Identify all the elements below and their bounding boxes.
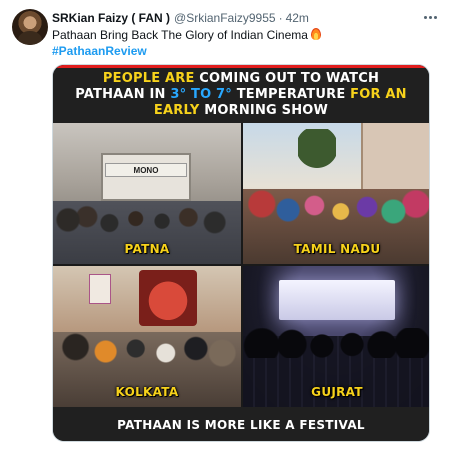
photo-tamil-nadu: TAMIL NADU [243,123,429,264]
headline-highlight: EARLY [153,103,200,118]
media-headline-bar: PEOPLE ARE COMING OUT TO WATCH PATHAAN I… [53,65,429,123]
headline-text: MORNING SHOW [199,103,329,118]
photo-collage: MONO PATNA TAMIL NADU KOLKATA GUJRAT [53,123,429,407]
media-footer-bar: PATHAAN IS MORE LIKE A FESTIVAL [53,407,429,441]
audience [243,328,429,358]
city-label: TAMIL NADU [293,242,381,256]
more-options-icon[interactable] [420,9,440,25]
headline-text: COMING OUT TO WATCH [194,71,380,86]
cinema-screen [279,280,395,320]
media-headline: PEOPLE ARE COMING OUT TO WATCH PATHAAN I… [53,71,429,119]
author-handle[interactable]: @SrkianFaizy9955 [174,11,276,25]
palm-tree [298,129,336,189]
tweet-header: SRKian Faizy ( FAN ) @SrkianFaizy9955 · … [52,10,309,26]
signboard [89,274,111,304]
movie-poster [139,270,197,326]
city-label: PATNA [124,242,170,256]
tweet-text-content: Pathaan Bring Back The Glory of Indian C… [52,28,308,42]
city-label: GUJRAT [311,385,363,399]
headline-text: TEMPERATURE [232,87,351,102]
photo-kolkata: KOLKATA [53,266,241,407]
tweet-text: Pathaan Bring Back The Glory of Indian C… [52,27,321,43]
city-label: KOLKATA [115,385,179,399]
fire-icon [310,28,321,40]
tweet: SRKian Faizy ( FAN ) @SrkianFaizy9955 · … [0,0,450,453]
timestamp[interactable]: 42m [286,11,309,25]
media-footer-text: PATHAAN IS MORE LIKE A FESTIVAL [117,418,365,432]
headline-text: PATHAAN IN [75,87,171,102]
red-accent-line [53,65,429,68]
avatar[interactable] [12,9,48,45]
separator-dot: · [278,11,283,25]
author-name[interactable]: SRKian Faizy ( FAN ) [52,11,170,25]
headline-highlight: FOR AN [350,87,407,102]
headline-highlight: PEOPLE ARE [102,71,195,86]
photo-gujrat: GUJRAT [243,266,429,407]
cinema-sign: MONO [105,163,187,177]
tweet-media-image[interactable]: PEOPLE ARE COMING OUT TO WATCH PATHAAN I… [52,64,430,442]
photo-patna: MONO PATNA [53,123,241,264]
headline-temperature: 3° TO 7° [170,87,233,102]
hashtag-link[interactable]: #PathaanReview [52,43,147,59]
